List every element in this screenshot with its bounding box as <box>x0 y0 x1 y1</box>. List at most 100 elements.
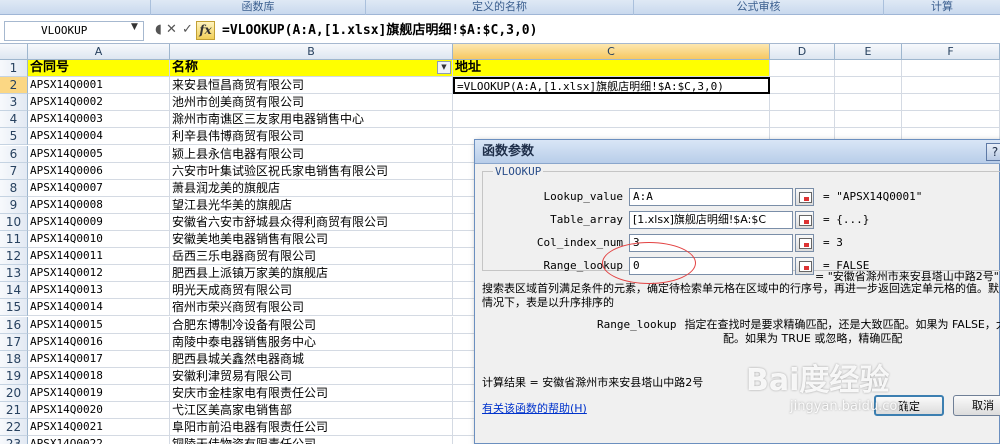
table-cell[interactable]: 安徽省六安市舒城县众得利商贸有限公司 <box>170 213 453 231</box>
table-cell[interactable]: APSX14Q0005 <box>28 145 170 163</box>
table-cell[interactable]: APSX14Q0014 <box>28 299 170 317</box>
table-cell[interactable]: 名称 ▼ <box>170 60 453 78</box>
table-cell[interactable] <box>770 60 835 78</box>
row-header[interactable]: 4 <box>0 111 28 129</box>
select-all-corner[interactable] <box>0 44 28 60</box>
table-cell[interactable]: APSX14Q0013 <box>28 282 170 300</box>
arg-input-lookup-value[interactable]: A:A <box>629 188 793 206</box>
row-header[interactable]: 9 <box>0 196 28 214</box>
table-cell[interactable]: APSX14Q0010 <box>28 231 170 249</box>
column-header-d[interactable]: D <box>770 44 835 60</box>
column-header-f[interactable]: F <box>902 44 1000 60</box>
table-cell[interactable] <box>902 94 1000 112</box>
table-cell[interactable]: 阜阳市前沿电器有限责任公司 <box>170 419 453 437</box>
row-header[interactable]: 12 <box>0 248 28 266</box>
row-header[interactable]: 5 <box>0 128 28 146</box>
row-header[interactable]: 14 <box>0 282 28 300</box>
row-header[interactable]: 20 <box>0 384 28 402</box>
table-cell[interactable] <box>453 111 770 129</box>
table-cell[interactable]: 地址 <box>453 60 770 78</box>
row-header[interactable]: 22 <box>0 419 28 437</box>
table-cell[interactable] <box>902 60 1000 78</box>
table-cell[interactable]: APSX14Q0020 <box>28 402 170 420</box>
table-cell[interactable]: APSX14Q0004 <box>28 128 170 146</box>
table-cell[interactable] <box>902 111 1000 129</box>
row-header[interactable]: 23 <box>0 436 28 444</box>
table-cell[interactable]: APSX14Q0018 <box>28 367 170 385</box>
table-cell[interactable]: 安徽美地美电器销售有限公司 <box>170 231 453 249</box>
table-cell[interactable] <box>770 77 835 95</box>
row-header[interactable]: 7 <box>0 162 28 180</box>
table-cell[interactable]: 合肥东博制冷设备有限公司 <box>170 316 453 334</box>
table-cell[interactable]: APSX14Q0021 <box>28 419 170 437</box>
formula-text[interactable]: =VLOOKUP(A:A,[1.xlsx]旗舰店明细!$A:$C,3,0) <box>222 22 537 40</box>
row-header[interactable]: 13 <box>0 265 28 283</box>
cancel-button[interactable]: 取消 <box>953 395 1000 416</box>
row-header[interactable]: 6 <box>0 145 28 163</box>
row-header[interactable]: 8 <box>0 179 28 197</box>
row-header[interactable]: 3 <box>0 94 28 112</box>
row-header[interactable]: 10 <box>0 213 28 231</box>
table-cell[interactable]: APSX14Q0008 <box>28 196 170 214</box>
table-cell[interactable]: APSX14Q0017 <box>28 350 170 368</box>
filter-dropdown-icon[interactable]: ▼ <box>437 61 451 74</box>
row-header[interactable]: 16 <box>0 316 28 334</box>
table-cell[interactable]: 明光天成商贸有限公司 <box>170 282 453 300</box>
table-cell[interactable]: APSX14Q0016 <box>28 333 170 351</box>
row-header[interactable]: 2 <box>0 77 28 95</box>
table-cell[interactable]: 安徽利津贸易有限公司 <box>170 367 453 385</box>
table-cell[interactable]: APSX14Q0001 <box>28 77 170 95</box>
enter-formula-button[interactable]: ✓ <box>179 22 196 39</box>
collapse-dialog-icon[interactable] <box>795 211 814 229</box>
table-cell[interactable] <box>770 94 835 112</box>
table-cell[interactable] <box>835 77 902 95</box>
table-cell[interactable]: 来安县恒昌商贸有限公司 <box>170 77 453 95</box>
table-cell[interactable]: 滁州市南谯区三友家用电器销售中心 <box>170 111 453 129</box>
chevron-down-icon[interactable]: ▼ <box>131 22 138 32</box>
table-cell[interactable] <box>902 77 1000 95</box>
table-cell[interactable] <box>835 94 902 112</box>
row-header[interactable]: 1 <box>0 60 28 78</box>
table-cell[interactable]: 岳西三乐电器商贸有限公司 <box>170 248 453 266</box>
table-cell[interactable]: 利辛县伟博商贸有限公司 <box>170 128 453 146</box>
active-cell[interactable]: =VLOOKUP(A:A,[1.xlsx]旗舰店明细!$A:$C,3,0) <box>453 77 770 95</box>
collapse-dialog-icon[interactable] <box>795 257 814 275</box>
table-cell[interactable]: 池州市创美商贸有限公司 <box>170 94 453 112</box>
help-button[interactable]: ? <box>986 143 1000 161</box>
row-header[interactable]: 11 <box>0 231 28 249</box>
insert-function-button[interactable]: fx <box>196 21 215 40</box>
collapse-dialog-icon[interactable] <box>795 188 814 206</box>
row-header[interactable]: 21 <box>0 402 28 420</box>
table-cell[interactable]: 宿州市荣兴商贸有限公司 <box>170 299 453 317</box>
column-header-a[interactable]: A <box>28 44 170 60</box>
table-cell[interactable]: 安庆市金桂家电有限责任公司 <box>170 384 453 402</box>
table-cell[interactable]: APSX14Q0015 <box>28 316 170 334</box>
table-cell[interactable] <box>835 111 902 129</box>
table-cell[interactable]: 合同号 <box>28 60 170 78</box>
column-header-c[interactable]: C <box>453 44 770 60</box>
table-cell[interactable]: APSX14Q0003 <box>28 111 170 129</box>
table-cell[interactable]: APSX14Q0009 <box>28 213 170 231</box>
table-cell[interactable]: 望江县光华美的旗舰店 <box>170 196 453 214</box>
row-header[interactable]: 19 <box>0 367 28 385</box>
row-header[interactable]: 17 <box>0 333 28 351</box>
table-cell[interactable]: 肥西县上派镇万家美的旗舰店 <box>170 265 453 283</box>
table-cell[interactable] <box>453 94 770 112</box>
table-cell[interactable] <box>835 60 902 78</box>
arg-input-table-array[interactable]: [1.xlsx]旗舰店明细!$A:$C <box>629 211 793 229</box>
table-cell[interactable]: 肥西县城关鑫然电器商城 <box>170 350 453 368</box>
function-help-link[interactable]: 有关该函数的帮助(H) <box>482 400 587 416</box>
table-cell[interactable]: APSX14Q0002 <box>28 94 170 112</box>
table-cell[interactable]: 南陵中泰电器销售服务中心 <box>170 333 453 351</box>
column-header-e[interactable]: E <box>835 44 902 60</box>
table-cell[interactable]: APSX14Q0022 <box>28 436 170 444</box>
table-cell[interactable]: APSX14Q0007 <box>28 179 170 197</box>
table-cell[interactable]: 六安市叶集试验区祝氏家电销售有限公司 <box>170 162 453 180</box>
table-cell[interactable]: APSX14Q0011 <box>28 248 170 266</box>
dialog-title[interactable]: 函数参数 <box>475 140 1000 164</box>
collapse-dialog-icon[interactable] <box>795 234 814 252</box>
table-cell[interactable] <box>770 111 835 129</box>
table-cell[interactable]: 颍上县永信电器有限公司 <box>170 145 453 163</box>
row-header[interactable]: 18 <box>0 350 28 368</box>
table-cell[interactable]: 铜陵天佳物资有限责任公司 <box>170 436 453 444</box>
